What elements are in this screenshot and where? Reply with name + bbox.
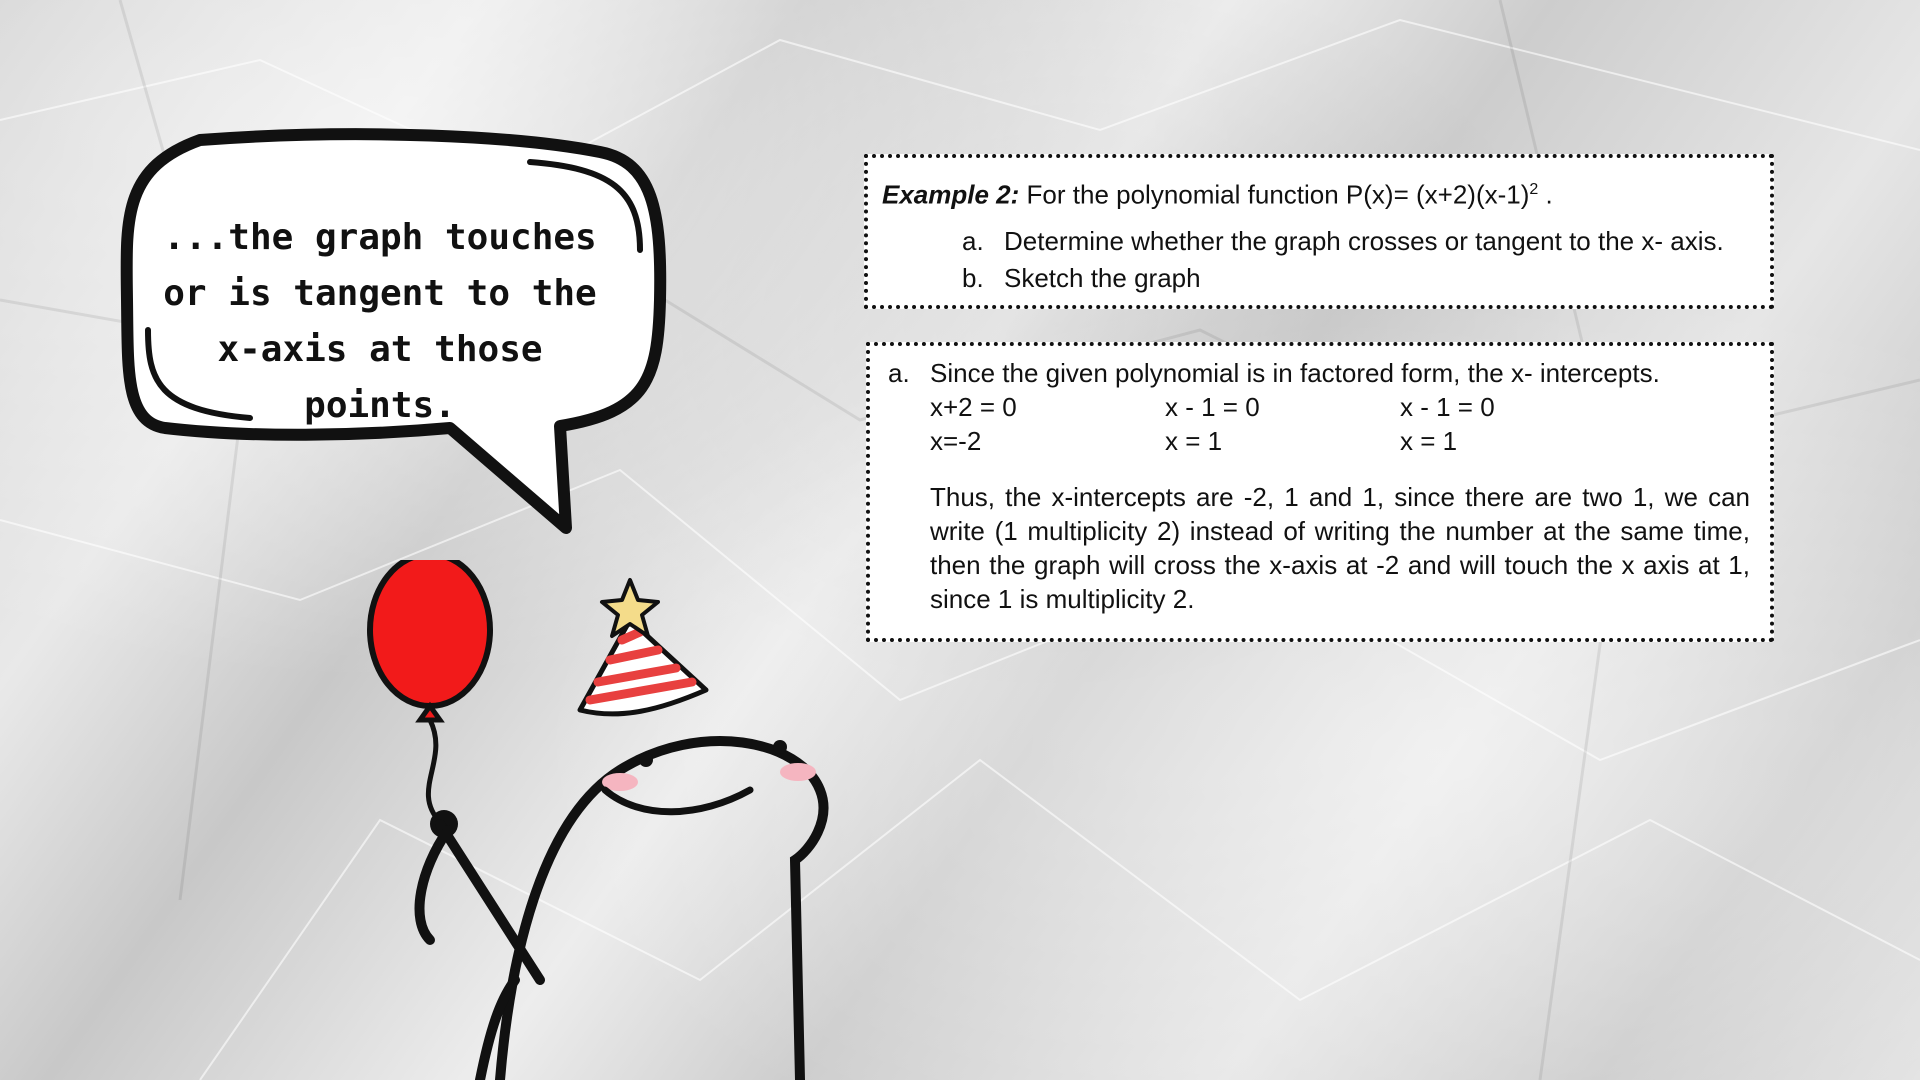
list-item-text: Determine whether the graph crosses or t… bbox=[1004, 225, 1724, 256]
list-marker: b. bbox=[962, 262, 984, 293]
answer-marker: a. bbox=[888, 358, 910, 388]
answer-intro: Since the given polynomial is in factore… bbox=[930, 358, 1660, 388]
equation: x+2 = 0 bbox=[930, 392, 1017, 422]
solution: x = 1 bbox=[1165, 426, 1223, 456]
example-title: Example 2: For the polynomial function P… bbox=[882, 170, 1756, 215]
list-item-text: Sketch the graph bbox=[1004, 262, 1201, 293]
party-hat-icon bbox=[577, 578, 709, 717]
example-label: Example 2: bbox=[882, 179, 1020, 210]
answer-box: a. Since the given polynomial is in fact… bbox=[866, 342, 1774, 642]
equation-grid: x+2 = 0 x - 1 = 0 x - 1 = 0 x=-2 x = 1 x… bbox=[930, 390, 1750, 458]
face bbox=[601, 740, 816, 816]
list-item: b. Sketch the graph bbox=[962, 260, 1756, 297]
solution: x=-2 bbox=[930, 426, 982, 456]
example-title-end: . bbox=[1538, 179, 1553, 210]
answer-intro-row: a. Since the given polynomial is in fact… bbox=[888, 356, 1750, 390]
answer-conclusion: Thus, the x-intercepts are -2, 1 and 1, … bbox=[930, 482, 1750, 614]
balloon-icon bbox=[367, 560, 493, 838]
list-item: a. Determine whether the graph crosses o… bbox=[962, 223, 1756, 260]
example-function-text: For the polynomial function P(x)= (x+2)(… bbox=[1026, 179, 1530, 210]
equation: x - 1 = 0 bbox=[1400, 392, 1495, 422]
party-character-illustration bbox=[367, 560, 829, 1080]
example-box: Example 2: For the polynomial function P… bbox=[864, 154, 1774, 309]
exponent: 2 bbox=[1529, 181, 1539, 198]
equation: x - 1 = 0 bbox=[1165, 392, 1260, 422]
example-task-list: a. Determine whether the graph crosses o… bbox=[882, 223, 1756, 297]
arm-and-body-outline bbox=[414, 736, 829, 1080]
speech-bubble-text: ...the graph touches or is tangent to th… bbox=[163, 217, 597, 426]
solution: x = 1 bbox=[1400, 426, 1458, 456]
list-marker: a. bbox=[962, 225, 984, 256]
